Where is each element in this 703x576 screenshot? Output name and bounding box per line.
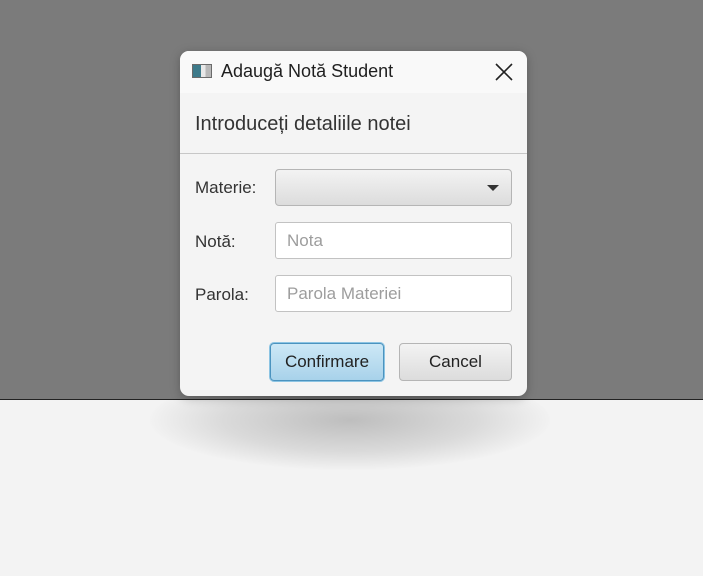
grade-label: Notă: <box>195 232 236 251</box>
dialog-title: Adaugă Notă Student <box>221 61 394 81</box>
password-input[interactable] <box>275 275 512 312</box>
app-window-icon <box>192 64 212 78</box>
add-grade-dialog: Adaugă Notă Student Introduceți detaliil… <box>180 51 527 396</box>
dialog-titlebar: Adaugă Notă Student <box>180 51 527 93</box>
grade-input[interactable] <box>275 222 512 259</box>
close-button[interactable] <box>493 61 515 83</box>
dialog-header: Introduceți detaliile notei <box>180 93 527 154</box>
cancel-button[interactable]: Cancel <box>399 343 512 381</box>
subject-label: Materie: <box>195 178 257 197</box>
password-label: Parola: <box>195 285 249 304</box>
close-icon <box>495 63 513 81</box>
header-text: Introduceți detaliile notei <box>195 113 411 135</box>
chevron-down-icon <box>487 185 499 191</box>
subject-combobox[interactable] <box>275 169 512 206</box>
confirm-button[interactable]: Confirmare <box>270 343 384 381</box>
